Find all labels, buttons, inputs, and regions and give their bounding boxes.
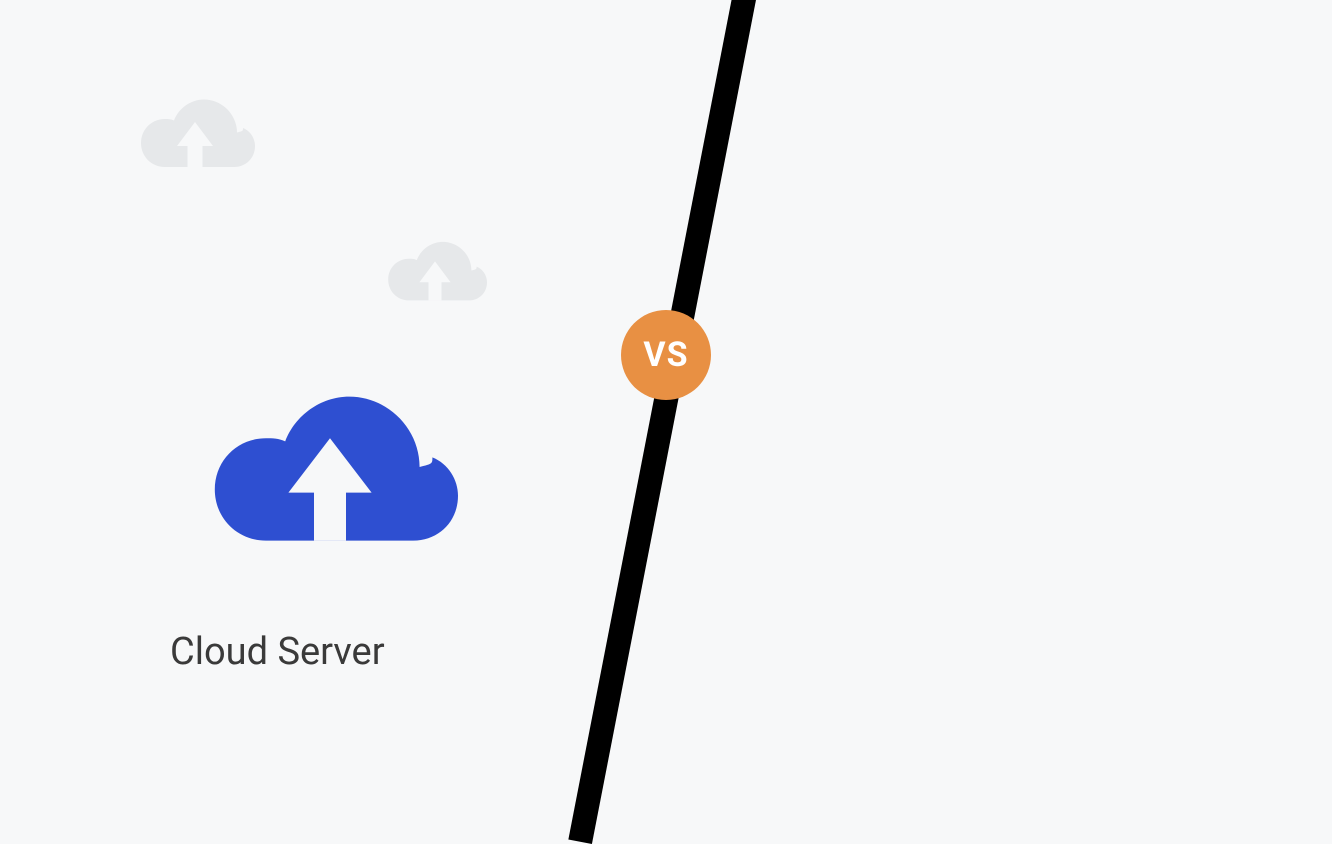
cloud-upload-icon: [120, 80, 270, 189]
cloud-upload-icon: [370, 225, 500, 320]
cloud-server-label: Cloud Server: [170, 630, 385, 674]
local-server-panel: Local Server: [666, 0, 1332, 774]
cloud-upload-icon: [170, 355, 490, 583]
vs-badge: VS: [621, 310, 711, 400]
cloud-server-panel: Cloud Server: [0, 0, 666, 774]
vs-label: VS: [643, 335, 688, 375]
